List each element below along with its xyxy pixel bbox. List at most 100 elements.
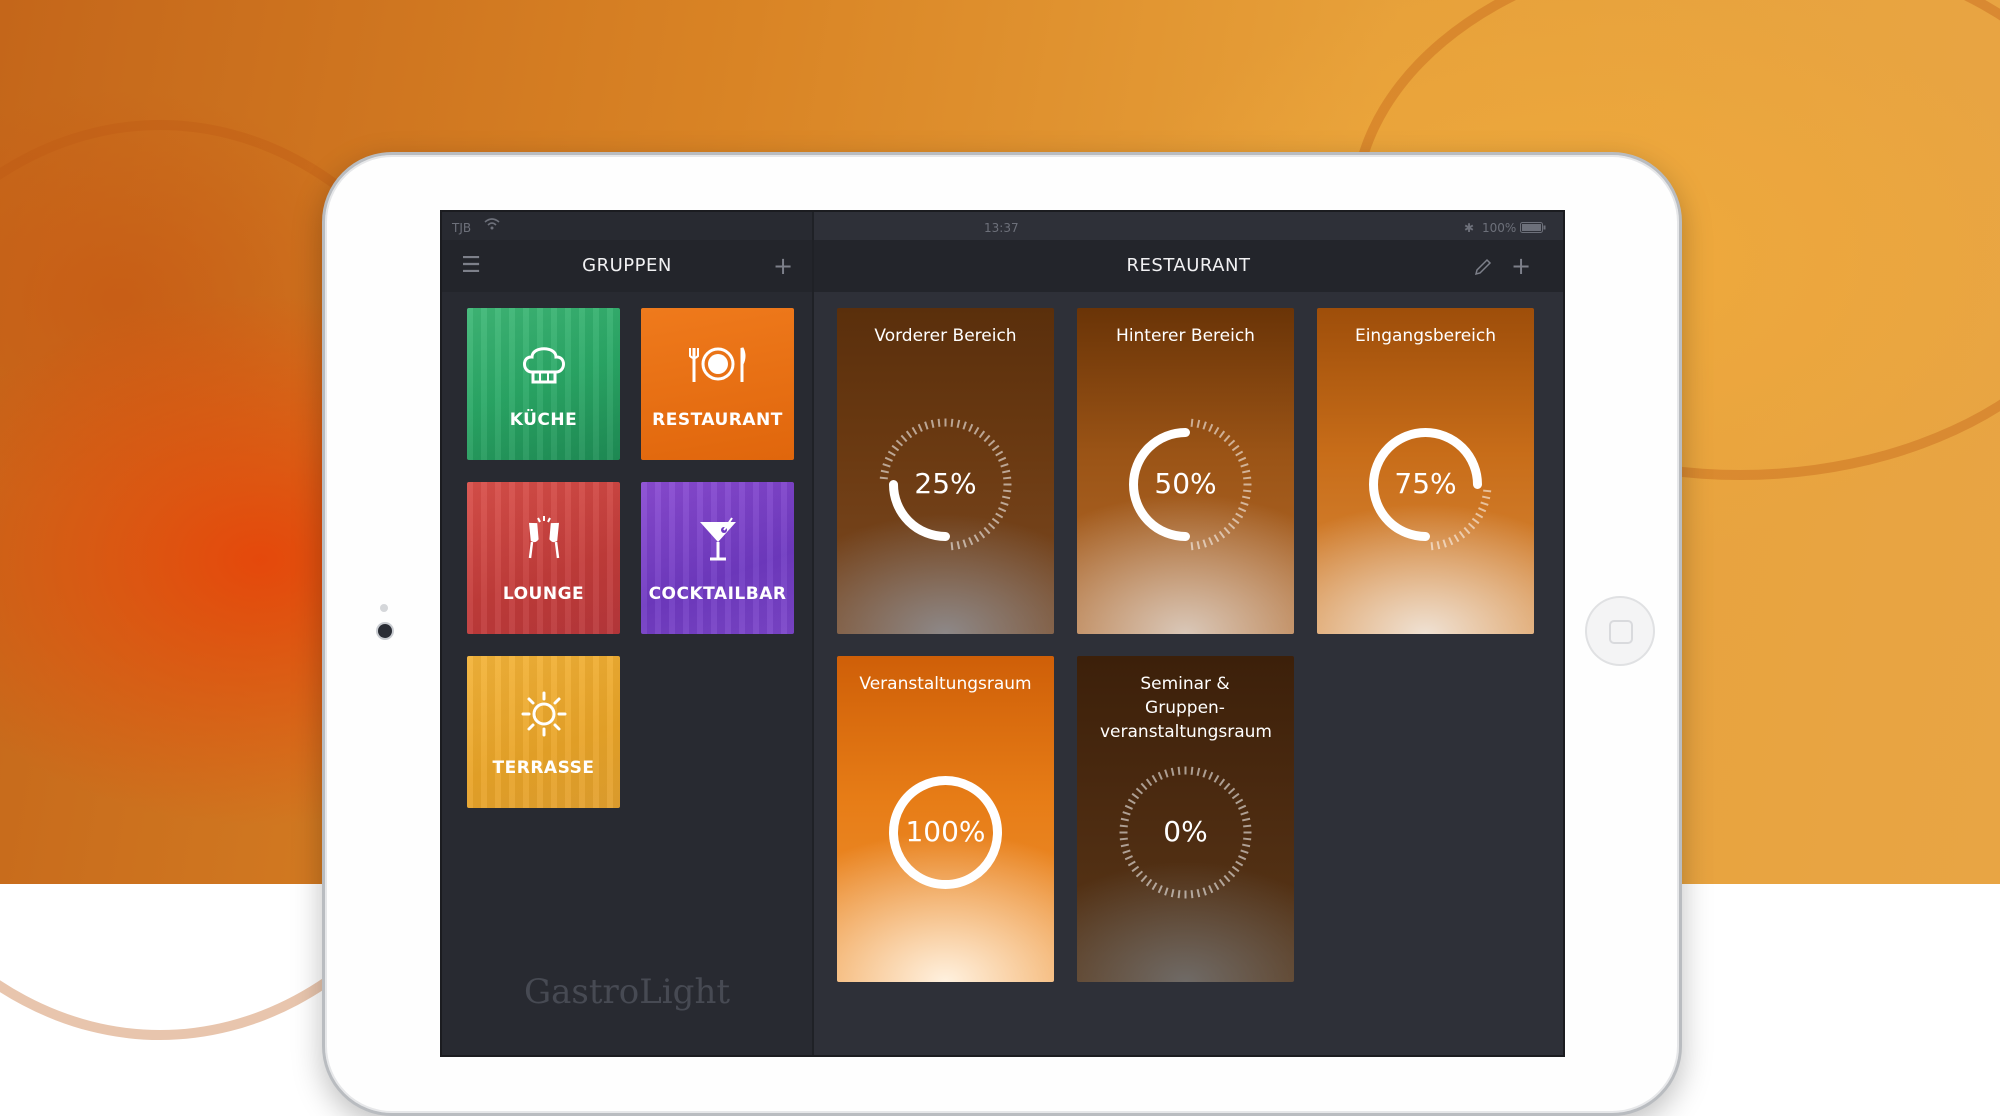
gauge-tick [998,456,1007,462]
gauge-tick [1002,495,1011,500]
gauge-tick [1190,890,1194,899]
edit-button[interactable] [1468,240,1498,292]
dimmer-gauge[interactable]: 100% [874,761,1017,904]
gauge-tick [1243,837,1252,841]
gauge-tick [1196,419,1201,428]
gauge-tick [1458,530,1466,539]
area-card-hinterer-bereich[interactable]: Hinterer Bereich 50% [1077,308,1294,634]
gauge-tick [917,423,923,432]
area-name: Eingangsbereich [1354,326,1497,346]
dimmer-gauge[interactable]: 25% [874,413,1017,556]
group-tile-restaurant[interactable]: RESTAURANT [641,308,794,460]
home-button[interactable] [1587,598,1653,664]
group-tile-kueche[interactable]: KÜCHE [467,308,620,460]
gauge-tick [1242,495,1251,500]
gauge-tick [1235,798,1244,805]
group-tile-label: TERRASSE [492,758,595,778]
gauge-tick [1119,837,1128,841]
gauge-tick [882,463,891,468]
area-name: Seminar & Gruppen-veranstaltungsraum [1100,674,1272,742]
group-tile-terrasse[interactable]: TERRASSE [467,656,620,808]
gastrolight-logo: GastroLight [523,972,731,1012]
groups-toolbar: ☰ GRUPPEN + [442,240,812,292]
plus-icon: + [772,252,794,280]
gauge-tick [1238,855,1247,861]
add-group-button[interactable]: + [768,240,798,292]
area-card-eingangsbereich[interactable]: Eingangsbereich 75% [1317,308,1534,634]
gauge-tick [1218,430,1226,439]
gauge-tick [998,507,1007,513]
gauge-tick [884,456,893,462]
gauge-tick [1453,534,1460,543]
gauge-tick [1140,874,1148,883]
gauge-tick [978,530,986,539]
gauge-tick [1196,541,1201,550]
gauge-tick [1238,507,1247,513]
gauge-tick [1177,766,1181,775]
gauge-tick [1177,890,1181,899]
gauge-tick [1480,501,1489,506]
gauge-tick [895,439,904,447]
gauge-tick [1243,489,1252,493]
gauge-tick [1135,870,1144,878]
area-card-seminar-gruppenveranstaltungsraum[interactable]: Seminar & Gruppen-veranstaltungsraum 0% [1077,656,1294,982]
gauge-tick [1202,421,1207,430]
gauge-tick [1231,865,1240,873]
gauge-tick [1243,476,1252,480]
gauge-tick [1119,824,1128,828]
gauge-tick [1218,530,1226,539]
gauge-tick [1240,811,1249,816]
gauge-tick [1478,507,1487,513]
champagne-glasses-icon [519,516,569,568]
gauge-tick [968,537,974,546]
cocktail-glass-icon [696,516,740,568]
gauge-tick [1436,541,1441,550]
bluetooth-icon: ✱ [1464,221,1475,235]
gauge-tick [991,444,1000,452]
area-card-vorderer-bereich[interactable]: Vorderer Bereich 25% [837,308,1054,634]
hamburger-icon[interactable]: ☰ [456,240,486,292]
group-tile-lounge[interactable]: LOUNGE [467,482,620,634]
dimmer-gauge[interactable]: 75% [1354,413,1497,556]
gauge-tick [1231,444,1240,452]
sun-icon [520,690,568,742]
gauge-tick [1124,855,1133,861]
gauge-tick [1227,522,1236,530]
gauge-tick [1227,870,1236,878]
gauge-tick [1196,889,1201,898]
gauge-tick [1170,767,1175,776]
gauge-tick [937,418,941,427]
battery-icon [1520,222,1546,236]
gauge-tick [1122,849,1131,854]
gauge-tick [1223,526,1231,535]
gauge-tick [1127,860,1136,867]
gauge-tick [956,419,961,428]
gauge-tick [891,444,900,452]
chef-hat-icon [520,342,568,390]
groups-title: GRUPPEN [582,255,672,276]
gauge-tick [930,419,935,428]
gauge-tick [950,418,954,427]
gauge-tick [1223,782,1231,791]
gauge-tick [1000,501,1009,506]
dimmer-gauge[interactable]: 0% [1114,761,1257,904]
restaurant-toolbar: RESTAURANT + [814,240,1563,292]
group-tile-cocktailbar[interactable]: COCKTAILBAR [641,482,794,634]
gauge-tick [1131,792,1140,800]
area-name: Hinterer Bereich [1116,326,1255,346]
gauge-tick [1000,463,1009,468]
gauge-tick [887,450,896,457]
gauge-tick [950,542,954,551]
gauge-tick [1127,798,1136,805]
dimmer-gauge[interactable]: 50% [1114,413,1257,556]
gauge-tick [1124,804,1133,810]
add-area-button[interactable]: + [1506,240,1536,292]
gauge-tick [962,421,967,430]
gauge-tick [1231,792,1240,800]
gauge-tick [1131,865,1140,873]
gauge-tick [1242,843,1251,848]
gauge-tick [1120,843,1129,848]
gauge-tick [1122,811,1131,816]
area-card-veranstaltungsraum[interactable]: Veranstaltungsraum 100% [837,656,1054,982]
gauge-tick [1157,885,1163,894]
